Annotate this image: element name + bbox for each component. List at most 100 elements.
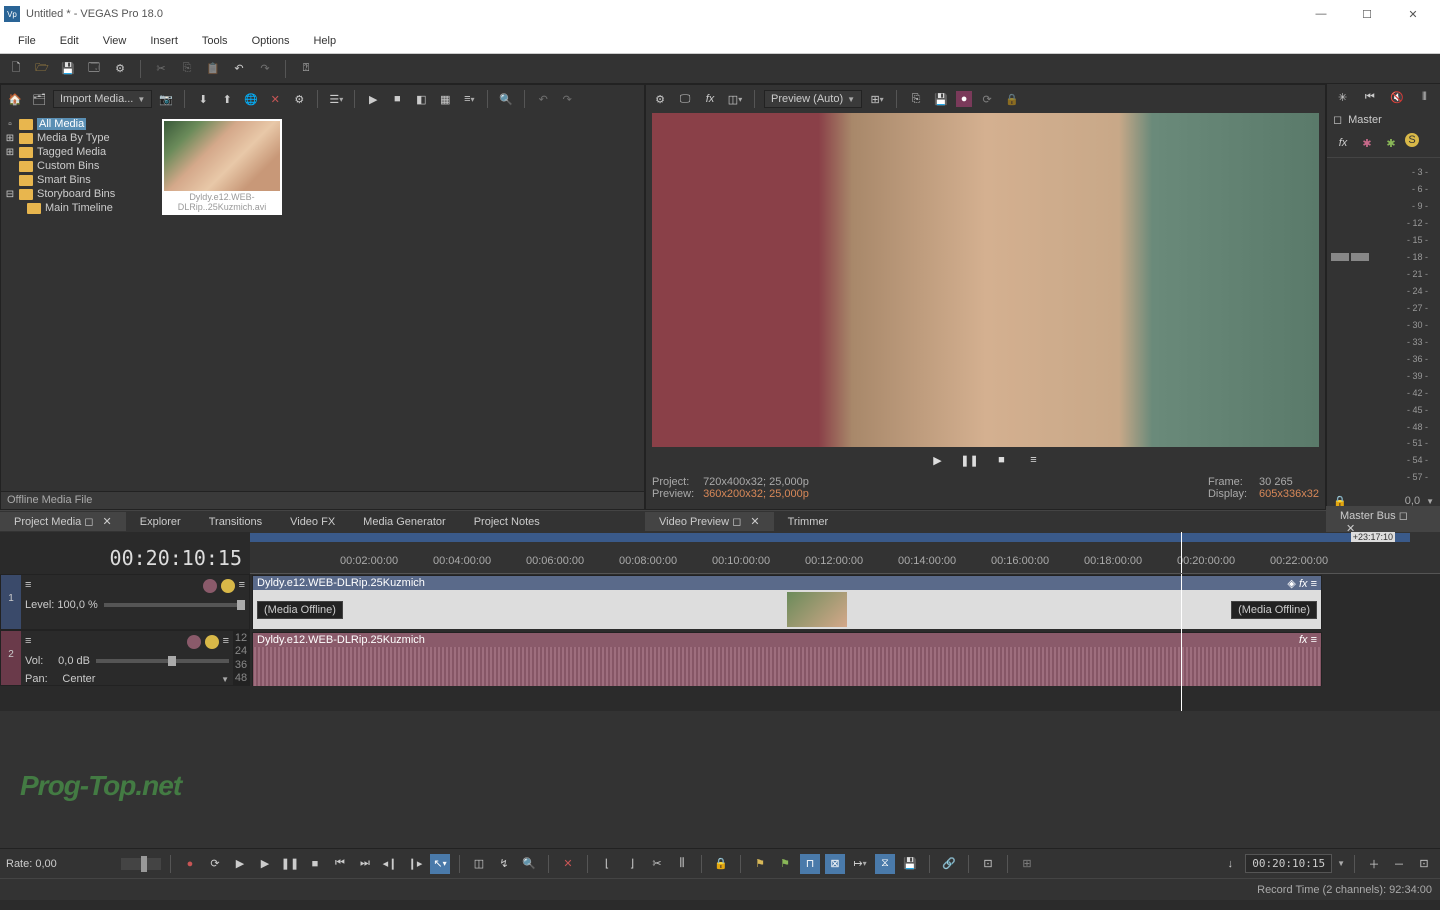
video-clip[interactable]: Dyldy.e12.WEB-DLRip.25Kuzmich◈ fx ≡ (Med… bbox=[252, 575, 1322, 629]
preview-fx-icon[interactable]: fx bbox=[700, 89, 720, 109]
master-auto-icon[interactable]: ✱ bbox=[1357, 133, 1377, 153]
whatsthis-icon[interactable]: ⍰ bbox=[296, 59, 316, 79]
import-media-button[interactable]: Import Media... ▼ bbox=[53, 90, 152, 108]
minimize-button[interactable]: — bbox=[1306, 8, 1336, 21]
ignore-group-icon[interactable]: ⊡ bbox=[978, 854, 998, 874]
tab-media-generator[interactable]: Media Generator bbox=[349, 513, 460, 531]
tab-video-preview[interactable]: Video Preview ◻ ✕ bbox=[645, 512, 774, 531]
solo-icon[interactable] bbox=[205, 635, 219, 649]
solo-icon[interactable] bbox=[221, 579, 235, 593]
preview-split-icon[interactable]: ◫▾ bbox=[725, 89, 745, 109]
track-menu-icon[interactable]: ≡ bbox=[223, 635, 229, 649]
lock-icon[interactable]: 🔒 bbox=[711, 854, 731, 874]
pm-list-icon[interactable]: ≡▾ bbox=[459, 89, 479, 109]
tab-project-media[interactable]: Project Media ◻ ✕ bbox=[0, 512, 126, 531]
pm-fwd-icon[interactable]: ↷ bbox=[557, 89, 577, 109]
audio-clip[interactable]: Dyldy.e12.WEB-DLRip.25Kuzmichfx ≡ bbox=[252, 632, 1322, 686]
menu-view[interactable]: View bbox=[93, 31, 137, 51]
redo-icon[interactable]: ↷ bbox=[255, 59, 275, 79]
tab-video-fx[interactable]: Video FX bbox=[276, 513, 349, 531]
master-solo-icon[interactable]: S bbox=[1405, 133, 1419, 147]
track-menu-icon[interactable]: ≡ bbox=[239, 579, 245, 593]
video-track-header[interactable]: 1 ≡ ≡ Level: 100,0 % bbox=[0, 574, 250, 630]
menu-tools[interactable]: Tools bbox=[192, 31, 238, 51]
prev-frame-icon[interactable]: ◂❙ bbox=[380, 854, 400, 874]
zoom-fit-icon[interactable]: ⊡ bbox=[1414, 854, 1434, 874]
preview-loop-icon[interactable]: ⟳ bbox=[977, 89, 997, 109]
close-icon[interactable]: ✕ bbox=[750, 516, 759, 528]
render-icon[interactable]: 🗔 bbox=[84, 59, 104, 79]
preview-props-icon[interactable]: ⚙ bbox=[650, 89, 670, 109]
preview-stop-icon[interactable]: ■ bbox=[993, 451, 1011, 469]
pm-stop-icon[interactable]: ■ bbox=[387, 89, 407, 109]
tab-transitions[interactable]: Transitions bbox=[195, 513, 276, 531]
pm-props-icon[interactable]: ⚙ bbox=[289, 89, 309, 109]
transport-timecode[interactable]: 00:20:10:15 bbox=[1245, 854, 1332, 873]
next-frame-icon[interactable]: ❙▸ bbox=[405, 854, 425, 874]
pm-grid-icon[interactable]: ▦ bbox=[435, 89, 455, 109]
pm-capture-icon[interactable]: 📷 bbox=[156, 89, 176, 109]
tree-tagged-media[interactable]: ⊞Tagged Media bbox=[5, 145, 160, 159]
preview-grid-icon[interactable]: ⊞▾ bbox=[867, 89, 887, 109]
preview-play-icon[interactable]: ▶ bbox=[929, 451, 947, 469]
link-icon[interactable]: 🔗 bbox=[939, 854, 959, 874]
clip-fx-icon[interactable]: fx bbox=[1299, 634, 1308, 646]
pm-autopreview-icon[interactable]: ◧ bbox=[411, 89, 431, 109]
envelope-icon[interactable]: ↯ bbox=[494, 854, 514, 874]
close-icon[interactable]: ✕ bbox=[103, 516, 112, 528]
pm-views-icon[interactable]: ☰▾ bbox=[326, 89, 346, 109]
pm-newbin-icon[interactable]: 🗂 bbox=[29, 89, 49, 109]
tree-main-timeline[interactable]: Main Timeline bbox=[5, 201, 160, 215]
media-thumbnail[interactable]: Dyldy.e12.WEB-DLRip..25Kuzmich.avi bbox=[162, 119, 282, 215]
copy-icon[interactable]: ⎘ bbox=[177, 59, 197, 79]
preview-lock-icon[interactable]: 🔒 bbox=[1002, 89, 1022, 109]
preview-pause-icon[interactable]: ❚❚ bbox=[961, 451, 979, 469]
tab-explorer[interactable]: Explorer bbox=[126, 513, 195, 531]
autoripple-icon[interactable]: ↦▾ bbox=[850, 854, 870, 874]
chevron-down-icon[interactable]: ▼ bbox=[221, 675, 229, 684]
preview-quality-button[interactable]: Preview (Auto) ▼ bbox=[764, 90, 862, 108]
tree-media-by-type[interactable]: ⊞Media By Type bbox=[5, 131, 160, 145]
close-button[interactable]: ✕ bbox=[1398, 8, 1428, 21]
bypass-fx-icon[interactable] bbox=[203, 579, 217, 593]
split-icon[interactable]: ✂ bbox=[647, 854, 667, 874]
preview-extmon-icon[interactable]: 🖵 bbox=[675, 89, 695, 109]
undock-icon[interactable]: ◻ bbox=[732, 516, 741, 528]
track-area[interactable]: Dyldy.e12.WEB-DLRip.25Kuzmich◈ fx ≡ (Med… bbox=[250, 574, 1440, 711]
pm-search-icon[interactable]: 🔍 bbox=[496, 89, 516, 109]
preview-menu-icon[interactable]: ≡ bbox=[1025, 451, 1043, 469]
master-insert-icon[interactable]: ✱ bbox=[1381, 133, 1401, 153]
region-icon[interactable]: ⚑ bbox=[775, 854, 795, 874]
pause-icon[interactable]: ❚❚ bbox=[280, 854, 300, 874]
go-end-icon[interactable]: ⏭ bbox=[355, 854, 375, 874]
zoom-icon[interactable]: 🔍 bbox=[519, 854, 539, 874]
master-fader-right[interactable] bbox=[1351, 253, 1369, 261]
play-icon[interactable]: ▶ bbox=[255, 854, 275, 874]
preview-record-icon[interactable]: ● bbox=[956, 91, 972, 107]
hamburger-icon[interactable]: ≡ bbox=[25, 635, 31, 649]
chevron-down-icon[interactable]: ▼ bbox=[1337, 859, 1345, 868]
undock-icon[interactable]: ◻ bbox=[1399, 510, 1408, 522]
loop-icon[interactable]: ⟳ bbox=[205, 854, 225, 874]
rate-scrubber[interactable] bbox=[121, 858, 161, 870]
chevron-down-icon[interactable]: ▼ bbox=[1426, 497, 1434, 506]
zoom-out-icon[interactable]: － bbox=[1389, 854, 1409, 874]
properties-icon[interactable]: ⚙ bbox=[110, 59, 130, 79]
time-ruler[interactable]: +23:17:10 00:02:00:00 00:04:00:00 00:06:… bbox=[250, 532, 1440, 574]
stop-icon[interactable]: ■ bbox=[305, 854, 325, 874]
menu-edit[interactable]: Edit bbox=[50, 31, 89, 51]
pm-home-icon[interactable]: 🏠 bbox=[5, 89, 25, 109]
tab-trimmer[interactable]: Trimmer bbox=[774, 513, 843, 531]
menu-insert[interactable]: Insert bbox=[140, 31, 188, 51]
new-icon[interactable]: 🗋 bbox=[6, 59, 26, 79]
clip-fx-icon[interactable]: fx bbox=[1299, 578, 1308, 590]
zoom-in-icon[interactable]: ＋ bbox=[1364, 854, 1384, 874]
vol-slider[interactable] bbox=[96, 659, 229, 663]
clip-crop-icon[interactable]: ◈ bbox=[1287, 578, 1295, 590]
selection-icon[interactable]: ◫ bbox=[469, 854, 489, 874]
pm-globe-icon[interactable]: 🌐 bbox=[241, 89, 261, 109]
add-track-icon[interactable]: ⊞ bbox=[1017, 854, 1037, 874]
undo-icon[interactable]: ↶ bbox=[229, 59, 249, 79]
toggle-icon[interactable]: ⫼ bbox=[672, 854, 692, 874]
pm-delete-icon[interactable]: ✕ bbox=[265, 89, 285, 109]
